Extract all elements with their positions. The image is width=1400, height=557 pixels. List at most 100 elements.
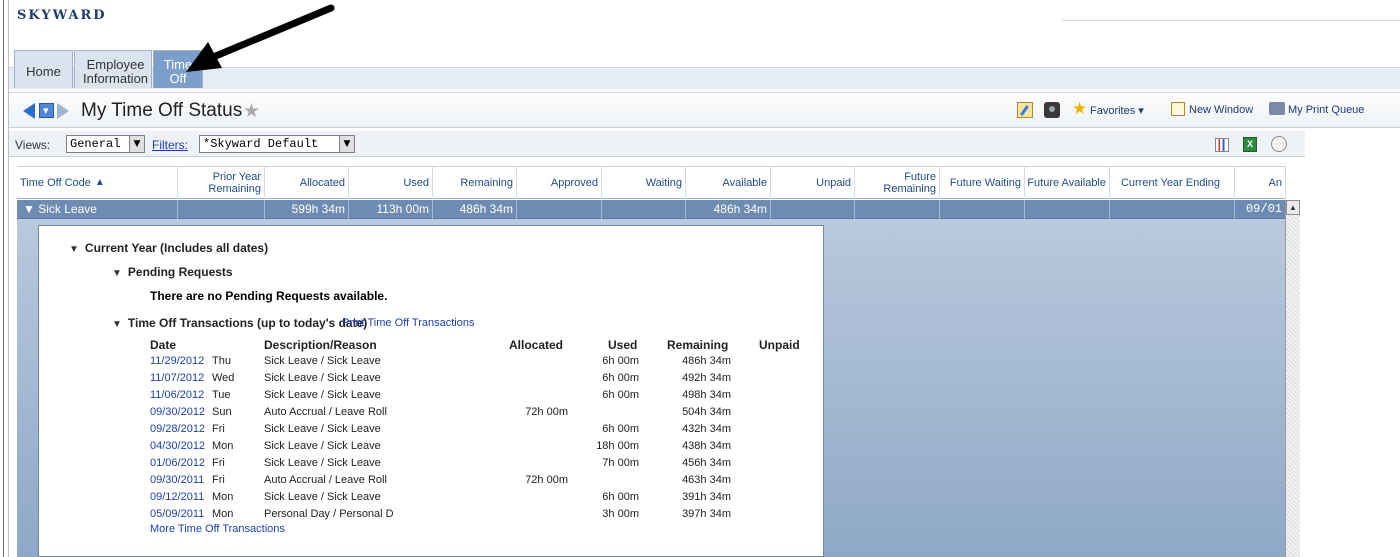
col-available[interactable]: Available	[686, 167, 771, 199]
collapse-triangle-icon[interactable]: ▼	[112, 268, 122, 279]
tab-home[interactable]: Home	[14, 50, 73, 88]
transaction-remaining: 397h 34m	[682, 508, 731, 520]
transaction-weekday: Fri	[212, 457, 225, 469]
transaction-description: Sick Leave / Sick Leave	[264, 491, 381, 503]
chevron-down-icon[interactable]: ▼	[129, 136, 144, 152]
scroll-up-icon[interactable]: ▲	[1286, 200, 1300, 215]
transaction-date-link[interactable]: 11/07/2012	[150, 370, 204, 387]
col-anniversary[interactable]: An	[1235, 167, 1286, 199]
transaction-description: Sick Leave / Sick Leave	[264, 423, 381, 435]
col-allocated[interactable]: Allocated	[265, 167, 349, 199]
transaction-weekday: Wed	[212, 372, 235, 384]
transaction-date-link[interactable]: 09/30/2011	[150, 472, 204, 489]
transaction-date-link[interactable]: 11/29/2012	[150, 353, 204, 370]
edit-icon[interactable]	[1017, 102, 1033, 118]
views-toolbar: Views: General ▼ Filters: *Skyward Defau…	[9, 131, 1305, 157]
transaction-date-link[interactable]: 04/30/2012	[150, 438, 205, 455]
page-title: My Time Off Status	[81, 100, 243, 121]
transaction-description: Personal Day / Personal D	[264, 508, 394, 520]
cell-approved	[517, 200, 602, 219]
transaction-remaining: 391h 34m	[682, 491, 731, 503]
table-row[interactable]: ▼ Sick Leave 599h 34m 113h 00m 486h 34m …	[17, 200, 1286, 219]
transaction-weekday: Mon	[212, 491, 234, 503]
col-remaining[interactable]: Remaining	[433, 167, 517, 199]
current-year-heading[interactable]: ▼ Current Year (Includes all dates)	[69, 241, 268, 255]
col-future-remaining[interactable]: Future Remaining	[855, 167, 940, 199]
transaction-row: 11/06/2012 Tue Sick Leave / Sick Leave 6h 0…	[39, 387, 825, 404]
transaction-description: Sick Leave / Sick Leave	[264, 457, 381, 469]
new-window-button[interactable]: New Window	[1189, 104, 1253, 116]
print-transactions-link[interactable]: Print Time Off Transactions	[342, 317, 474, 329]
transaction-remaining: 486h 34m	[682, 355, 731, 367]
cell-allocated: 599h 34m	[265, 200, 349, 219]
transaction-date-link[interactable]: 09/12/2011	[150, 489, 204, 506]
transaction-date-link[interactable]: 05/09/2011	[150, 506, 204, 523]
print-queue-button[interactable]: My Print Queue	[1288, 104, 1364, 116]
favorites-star-icon: ★	[1072, 99, 1088, 118]
views-select[interactable]: General ▼	[66, 135, 145, 153]
sort-asc-icon: ▲	[94, 177, 105, 188]
transaction-description: Sick Leave / Sick Leave	[264, 355, 381, 367]
col-approved[interactable]: Approved	[517, 167, 602, 199]
col-current-year-ending[interactable]: Current Year Ending	[1110, 167, 1235, 199]
table-header: Time Off Code ▲ Prior Year Remaining Allo…	[17, 166, 1286, 199]
transaction-description: Sick Leave / Sick Leave	[264, 440, 381, 452]
no-pending-message: There are no Pending Requests available.	[150, 289, 388, 303]
filter-select[interactable]: *Skyward Default ▼	[199, 135, 355, 153]
col-prior-year-remaining[interactable]: Prior Year Remaining	[178, 167, 265, 199]
printer-icon	[1269, 102, 1285, 115]
transaction-weekday: Sun	[212, 406, 232, 418]
collapse-triangle-icon[interactable]: ▼	[69, 244, 79, 255]
favorite-star-icon[interactable]: ★	[243, 100, 260, 123]
tx-header-used: Used	[608, 338, 638, 352]
more-transactions-link[interactable]: More Time Off Transactions	[150, 523, 285, 535]
expand-triangle-icon[interactable]: ▼	[23, 202, 38, 216]
chevron-down-icon[interactable]: ▼	[339, 136, 354, 152]
col-time-off-code[interactable]: Time Off Code ▲	[17, 167, 178, 199]
favorites-menu[interactable]: Favorites ▾	[1090, 104, 1144, 117]
filters-link[interactable]: Filters:	[152, 138, 188, 152]
history-dropdown-icon[interactable]	[39, 103, 54, 118]
filter-select-value: *Skyward Default	[203, 137, 319, 151]
excel-export-icon[interactable]	[1243, 137, 1257, 152]
col-waiting[interactable]: Waiting	[602, 167, 686, 199]
vertical-scrollbar[interactable]: ▲	[1285, 200, 1300, 557]
cell-future-remaining	[855, 200, 940, 219]
cell-current-year-ending	[1110, 200, 1235, 219]
transaction-date-link[interactable]: 01/06/2012	[150, 455, 205, 472]
col-future-available[interactable]: Future Available	[1025, 167, 1110, 199]
cell-prior-year	[178, 200, 265, 219]
chart-icon[interactable]	[1215, 138, 1229, 152]
tx-header-unpaid: Unpaid	[759, 338, 800, 352]
transaction-weekday: Thu	[212, 355, 231, 367]
tx-header-remaining: Remaining	[667, 338, 729, 352]
forward-arrow-icon[interactable]	[57, 103, 69, 119]
cell-future-available	[1025, 200, 1110, 219]
col-used[interactable]: Used	[349, 167, 433, 199]
transaction-row: 09/30/2011 Fri Auto Accrual / Leave Roll 72…	[39, 472, 825, 489]
transaction-description: Sick Leave / Sick Leave	[264, 389, 381, 401]
cell-unpaid	[771, 200, 855, 219]
annotation-arrow-icon	[186, 4, 335, 72]
col-future-waiting[interactable]: Future Waiting	[940, 167, 1025, 199]
transactions-heading[interactable]: ▼ Time Off Transactions (up to today's da…	[112, 316, 367, 330]
views-label: Views:	[15, 138, 51, 152]
transaction-date-link[interactable]: 09/28/2012	[150, 421, 205, 438]
transaction-weekday: Mon	[212, 508, 234, 520]
back-arrow-icon[interactable]	[23, 103, 35, 119]
row-code[interactable]: ▼ Sick Leave	[17, 200, 178, 219]
transaction-description: Auto Accrual / Leave Roll	[264, 474, 387, 486]
tx-header-description: Description/Reason	[264, 338, 377, 352]
transaction-date-link[interactable]: 11/06/2012	[150, 387, 204, 404]
camera-icon[interactable]	[1044, 102, 1060, 118]
transaction-weekday: Mon	[212, 440, 234, 452]
detail-panel: ▼ Current Year (Includes all dates) ▼ Pend…	[38, 225, 824, 557]
cell-anniversary: 09/01	[1235, 200, 1286, 219]
collapse-triangle-icon[interactable]: ▼	[112, 319, 122, 330]
col-unpaid[interactable]: Unpaid	[771, 167, 855, 199]
tab-employee-information[interactable]: Employee Information	[74, 50, 152, 88]
transaction-date-link[interactable]: 09/30/2012	[150, 404, 205, 421]
print-preview-icon[interactable]	[1271, 136, 1287, 152]
top-divider	[1062, 20, 1400, 21]
pending-requests-heading[interactable]: ▼ Pending Requests	[112, 265, 233, 279]
